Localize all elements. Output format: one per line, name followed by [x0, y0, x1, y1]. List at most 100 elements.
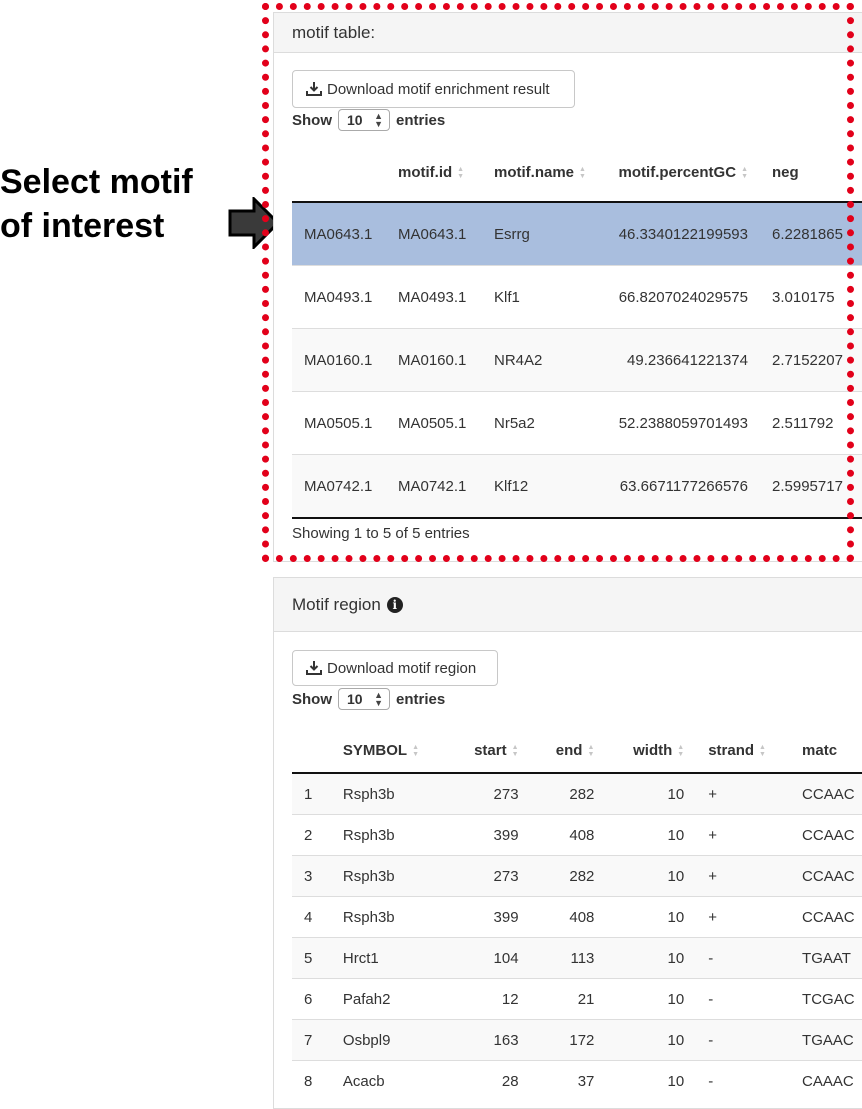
column-header-label: SYMBOL	[342, 741, 408, 759]
table-cell: -	[696, 1019, 791, 1061]
table-cell: +	[696, 855, 791, 897]
table-cell: 52.2388059701493	[606, 391, 760, 455]
table-cell: TCGAC	[790, 978, 862, 1020]
callout-line-2: of interest	[0, 207, 165, 245]
table-row[interactable]: MA0505.1 MA0505.1 Nr5a2 52.2388059701493 2.5…	[292, 391, 862, 455]
table-cell: +	[696, 814, 791, 856]
table-row[interactable]: MA0160.1 MA0160.1 NR4A2 49.236641221374 2.71…	[292, 328, 862, 392]
table-cell: MA0160.1	[292, 328, 386, 392]
table-cell: MA0505.1	[292, 391, 386, 455]
table-cell: TGAAC	[790, 1019, 862, 1061]
table-cell: 3	[292, 855, 331, 897]
table-cell: +	[696, 772, 791, 815]
table-cell: 10	[606, 937, 697, 979]
table-cell: 5	[292, 937, 331, 979]
table-cell: MA0493.1	[386, 265, 482, 329]
table-cell: Osbpl9	[330, 1019, 455, 1061]
download-icon	[306, 661, 322, 675]
table-row[interactable]: 2 Rsph3b 399 408 10 + CCAAC	[292, 814, 862, 856]
table-cell: Rsph3b	[330, 855, 455, 897]
table-cell: Pafah2	[330, 978, 455, 1020]
table-cell: 10	[606, 978, 697, 1020]
column-header[interactable]: motif.id ▲ ▼	[386, 143, 482, 203]
column-header[interactable]: SYMBOL ▲ ▼	[330, 728, 455, 774]
column-header-label: motif.id	[398, 163, 453, 181]
table-cell: TGAAT	[790, 937, 862, 979]
column-header[interactable]: motif.name ▲ ▼	[482, 143, 606, 203]
download-motif-region-button[interactable]: Download motif region	[292, 650, 498, 686]
column-header-label: end	[555, 741, 583, 759]
table-cell: 408	[530, 896, 607, 938]
table-row[interactable]: 7 Osbpl9 163 172 10- TGAAC	[292, 1019, 862, 1061]
table-row[interactable]: MA0643.1 MA0643.1 Esrrg 46.3340122199593 6.2…	[292, 201, 862, 266]
table-cell: 7	[292, 1019, 331, 1061]
table-cell: MA0643.1	[292, 201, 386, 266]
table-row[interactable]: 1 Rsph3b 273 282 10 + CCAAC	[292, 772, 862, 815]
table-cell: Rsph3b	[330, 814, 455, 856]
column-header[interactable]: motif.percentGC ▲ ▼	[606, 143, 760, 203]
table-cell: 2.7152207	[760, 328, 862, 392]
column-header-label: motif.name	[494, 163, 575, 181]
table-cell: MA0742.1	[292, 454, 386, 519]
table-row[interactable]: 3 Rsph3b 273 282 10 + CCAAC	[292, 855, 862, 897]
column-header[interactable]: end ▲ ▼	[530, 728, 607, 774]
table-cell: 399	[454, 814, 531, 856]
table-cell: 273	[454, 772, 531, 815]
table-cell: 21	[530, 978, 607, 1020]
show-label: Show	[292, 690, 332, 708]
column-header[interactable]: start ▲ ▼	[454, 728, 531, 774]
column-header-label: strand	[708, 741, 755, 759]
table-cell: CAAAC	[790, 1060, 862, 1101]
page-length-value: 10	[347, 691, 363, 707]
table-row[interactable]: MA0742.1 MA0742.1 Klf12 63.6671177266576 2.5…	[292, 454, 862, 519]
table-header-row: SYMBOL ▲ ▼ start ▲ ▼ end ▲ ▼ width ▲ ▼ strand ▲ ▼ matc	[292, 728, 862, 774]
table-cell: -	[696, 937, 791, 979]
table-cell: 163	[454, 1019, 531, 1061]
panel-title: motif table:	[292, 22, 376, 42]
select-caret-icon: ▲ ▼	[374, 690, 383, 708]
column-header-label: matc	[802, 741, 838, 759]
table-cell: 104	[454, 937, 531, 979]
table-cell: 399	[454, 896, 531, 938]
page-length-value: 10	[347, 112, 363, 128]
table-cell: MA0643.1	[386, 201, 482, 266]
column-header[interactable]: neg	[760, 143, 862, 203]
table-row[interactable]: 4 Rsph3b 399 408 10 + CCAAC	[292, 896, 862, 938]
column-header-label: motif.percentGC	[618, 163, 737, 181]
download-motif-enrichment-button[interactable]: Download motif enrichment result	[292, 70, 575, 108]
panel-heading: Motif region i	[274, 578, 862, 632]
table-row[interactable]: MA0493.1 MA0493.1 Klf1 66.8207024029575 3.01…	[292, 265, 862, 329]
sort-icon: ▲ ▼	[457, 165, 465, 180]
table-cell: 10	[606, 814, 697, 856]
table-cell: CCAAC	[790, 814, 862, 856]
entries-label: entries	[396, 690, 446, 708]
info-icon[interactable]: i	[386, 596, 403, 613]
table-row[interactable]: 5 Hrct1 104 113 10- TGAAT	[292, 937, 862, 979]
column-header[interactable]: matc	[790, 728, 862, 774]
table-cell: 172	[530, 1019, 607, 1061]
column-header[interactable]: width ▲ ▼	[606, 728, 697, 774]
table-cell: -	[696, 978, 791, 1020]
sort-icon: ▲ ▼	[741, 165, 748, 180]
motif-table: motif.id ▲ ▼ motif.name ▲ ▼ motif.percentGC ▲ ▼ n…	[292, 143, 862, 519]
motif-region-panel: Motif region i Download motif region Sho…	[273, 577, 862, 1109]
table-cell: 10	[606, 772, 697, 815]
panel-title: Motif region	[292, 594, 381, 614]
table-cell: MA0742.1	[386, 454, 482, 519]
show-label: Show	[292, 111, 332, 129]
sort-icon: ▲ ▼	[412, 743, 420, 758]
column-header-label: start	[474, 741, 507, 759]
column-header-label: width	[633, 741, 673, 759]
table-cell: 10	[606, 1060, 697, 1101]
table-cell: CCAAC	[790, 772, 862, 815]
page-length-select[interactable]: 10 ▲ ▼	[338, 688, 390, 710]
table-cell: 63.6671177266576	[606, 454, 760, 519]
download-icon	[306, 82, 322, 96]
column-header[interactable]: strand ▲ ▼	[696, 728, 791, 774]
page-length-select[interactable]: 10 ▲ ▼	[338, 109, 390, 131]
table-cell: 10	[606, 855, 697, 897]
table-cell: 282	[530, 855, 607, 897]
table-row[interactable]: 6 Pafah2 12 21 10- TCGAC	[292, 978, 862, 1020]
page-length-control: Show 10 ▲ ▼ entries	[292, 688, 445, 710]
table-row[interactable]: 8 Acacb 28 37 10- CAAAC	[292, 1060, 862, 1101]
